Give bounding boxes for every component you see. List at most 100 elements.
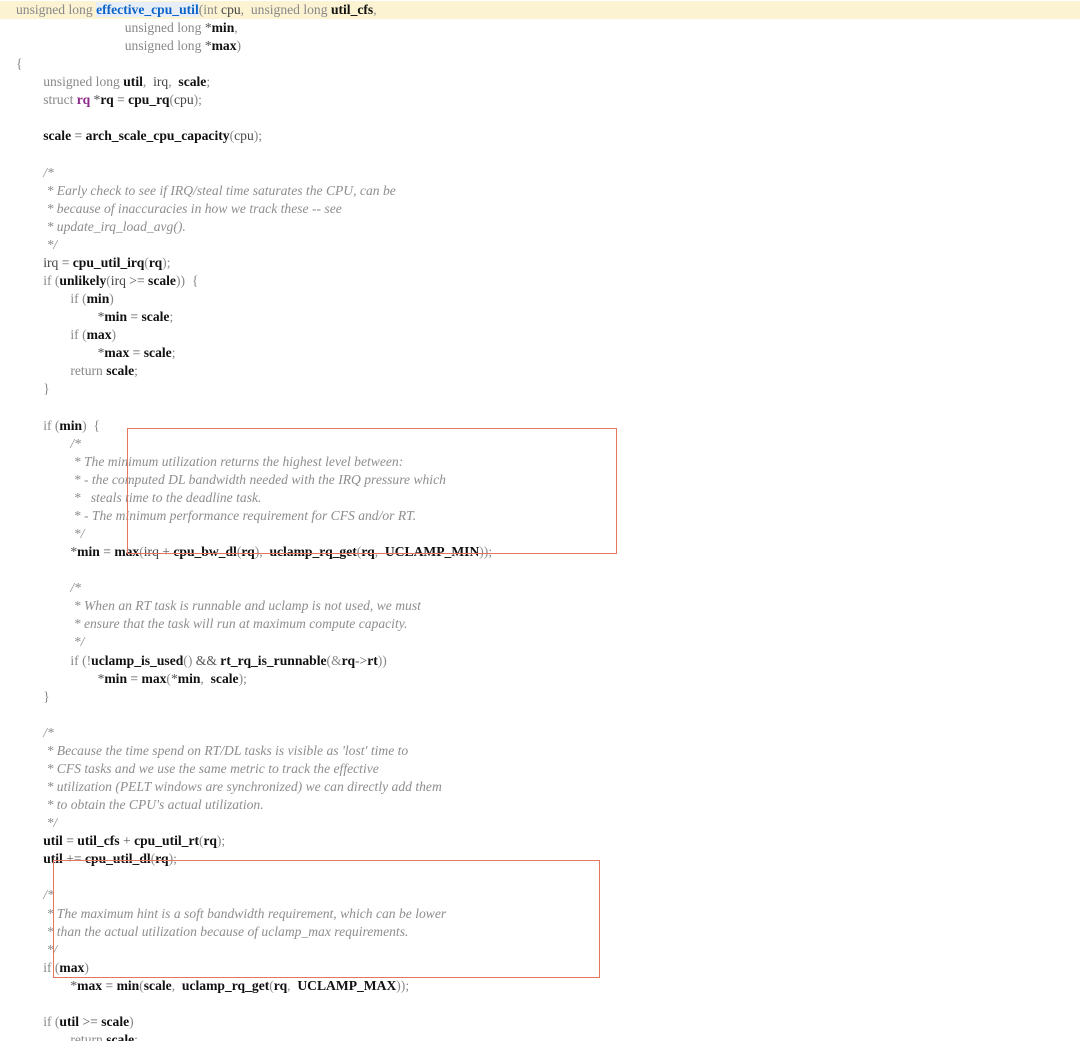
code-token: min (211, 20, 235, 36)
code-token: util_cfs (77, 833, 120, 849)
code-token: scale (143, 977, 172, 993)
comment-text: /* (16, 164, 54, 180)
highlight-box-max (53, 860, 600, 978)
code-token: ); (238, 670, 247, 686)
code-token: irq (110, 273, 130, 289)
code-line: * because of inaccuracies in how we trac… (16, 200, 342, 218)
code-line: scale = arch_scale_cpu_capacity(cpu); (16, 127, 262, 145)
code-token: ; (169, 309, 174, 325)
code-token: min (77, 544, 100, 560)
code-token: util (123, 74, 143, 90)
code-line: unsigned long util, irq, scale; (16, 73, 210, 91)
code-token: , (168, 74, 179, 90)
comment-text: */ (16, 815, 58, 831)
code-token: cpu_rq (128, 92, 170, 108)
code-token: min (116, 977, 140, 993)
code-token: if (16, 327, 83, 343)
code-token: ) (236, 38, 242, 54)
code-token: + (119, 833, 135, 849)
code-token: if (16, 652, 83, 668)
code-line: irq = cpu_util_irq(rq); (16, 254, 170, 272)
comment-text: * Early check to see if IRQ/steal time s… (16, 182, 396, 198)
code-token: unsigned long (16, 20, 205, 36)
code-token: unsigned long (16, 74, 124, 90)
code-token: = (71, 128, 86, 144)
code-line: unsigned long *min, (16, 19, 238, 37)
code-token: util (59, 1013, 83, 1029)
code-token: ; (171, 345, 176, 361)
code-line: */ (16, 941, 58, 959)
code-token: int (203, 2, 222, 17)
code-line: * Early check to see if IRQ/steal time s… (16, 182, 396, 200)
code-token: scale (101, 1013, 130, 1029)
comment-text: */ (16, 634, 85, 650)
comment-text: */ (16, 526, 85, 542)
code-token: = (58, 254, 73, 270)
code-token: rq (76, 92, 94, 108)
comment-text: * to obtain the CPU's actual utilization… (16, 797, 264, 813)
code-line: } (16, 688, 50, 706)
code-token: util (16, 833, 63, 849)
code-token: rt_rq_is_runnable (220, 652, 327, 668)
code-token: unsigned long (16, 2, 97, 17)
code-token: * (16, 544, 78, 560)
code-token: ; (134, 363, 138, 379)
code-token: )); (396, 977, 410, 993)
code-token: * (16, 670, 105, 686)
code-token: = (129, 345, 144, 361)
comment-text: * utilization (PELT windows are synchron… (16, 779, 442, 794)
code-token: , (142, 74, 154, 90)
code-token: max (141, 670, 167, 686)
comment-text: * ensure that the task will run at maxim… (16, 616, 408, 632)
code-line: * ensure that the task will run at maxim… (16, 615, 408, 633)
comment-text: /* (16, 724, 54, 740)
code-token: if (16, 291, 83, 307)
code-line: /* (16, 435, 81, 453)
code-token: { (16, 56, 23, 72)
code-token: rq (148, 254, 163, 270)
code-token: ; (206, 74, 211, 90)
comment-text: * CFS tasks and we use the same metric t… (16, 760, 379, 776)
code-token: min (59, 417, 83, 433)
code-token: scale (141, 309, 170, 325)
code-token: unlikely (59, 273, 107, 289)
code-line: * When an RT task is runnable and uclamp… (16, 597, 421, 615)
code-token: * (16, 977, 78, 993)
code-token: min (86, 291, 110, 307)
code-line: * CFS tasks and we use the same metric t… (16, 760, 379, 778)
comment-text: /* (16, 580, 81, 596)
code-token: (! (82, 652, 92, 668)
code-token: , (171, 977, 182, 993)
code-token: = (127, 670, 142, 686)
code-token: scale (106, 363, 135, 379)
code-token: = (127, 309, 142, 325)
comment-text: * update_irq_load_avg(). (16, 218, 186, 234)
code-token: max (77, 977, 103, 993)
code-line: return scale; (16, 1031, 138, 1041)
code-token: = (102, 977, 117, 993)
code-token: min (104, 670, 128, 686)
code-line: */ (16, 525, 85, 543)
code-line: { (16, 55, 23, 73)
code-line: return scale; (16, 362, 138, 380)
code-token: struct (16, 92, 77, 108)
code-token: if (16, 1013, 55, 1029)
code-line: * utilization (PELT windows are synchron… (16, 778, 442, 796)
comment-text: * Because the time spend on RT/DL tasks … (16, 742, 409, 758)
code-line: /* (16, 579, 81, 597)
code-token: )) { (175, 273, 199, 289)
code-line: } (16, 380, 50, 398)
code-token: uclamp_rq_get (181, 977, 270, 993)
code-token: scale (143, 345, 172, 361)
code-line-current: unsigned long effective_cpu_util(int cpu… (0, 1, 1080, 19)
code-token: * (204, 20, 212, 36)
code-token: scale (16, 128, 72, 144)
code-token: ); (216, 833, 226, 849)
code-token: irq (153, 74, 169, 90)
code-token: )) (377, 652, 387, 668)
code-token: ) { (82, 417, 100, 433)
code-token: max (104, 345, 130, 361)
code-token: UCLAMP_MAX (297, 977, 397, 993)
code-token: , (240, 2, 251, 17)
code-token: scale (148, 273, 176, 289)
